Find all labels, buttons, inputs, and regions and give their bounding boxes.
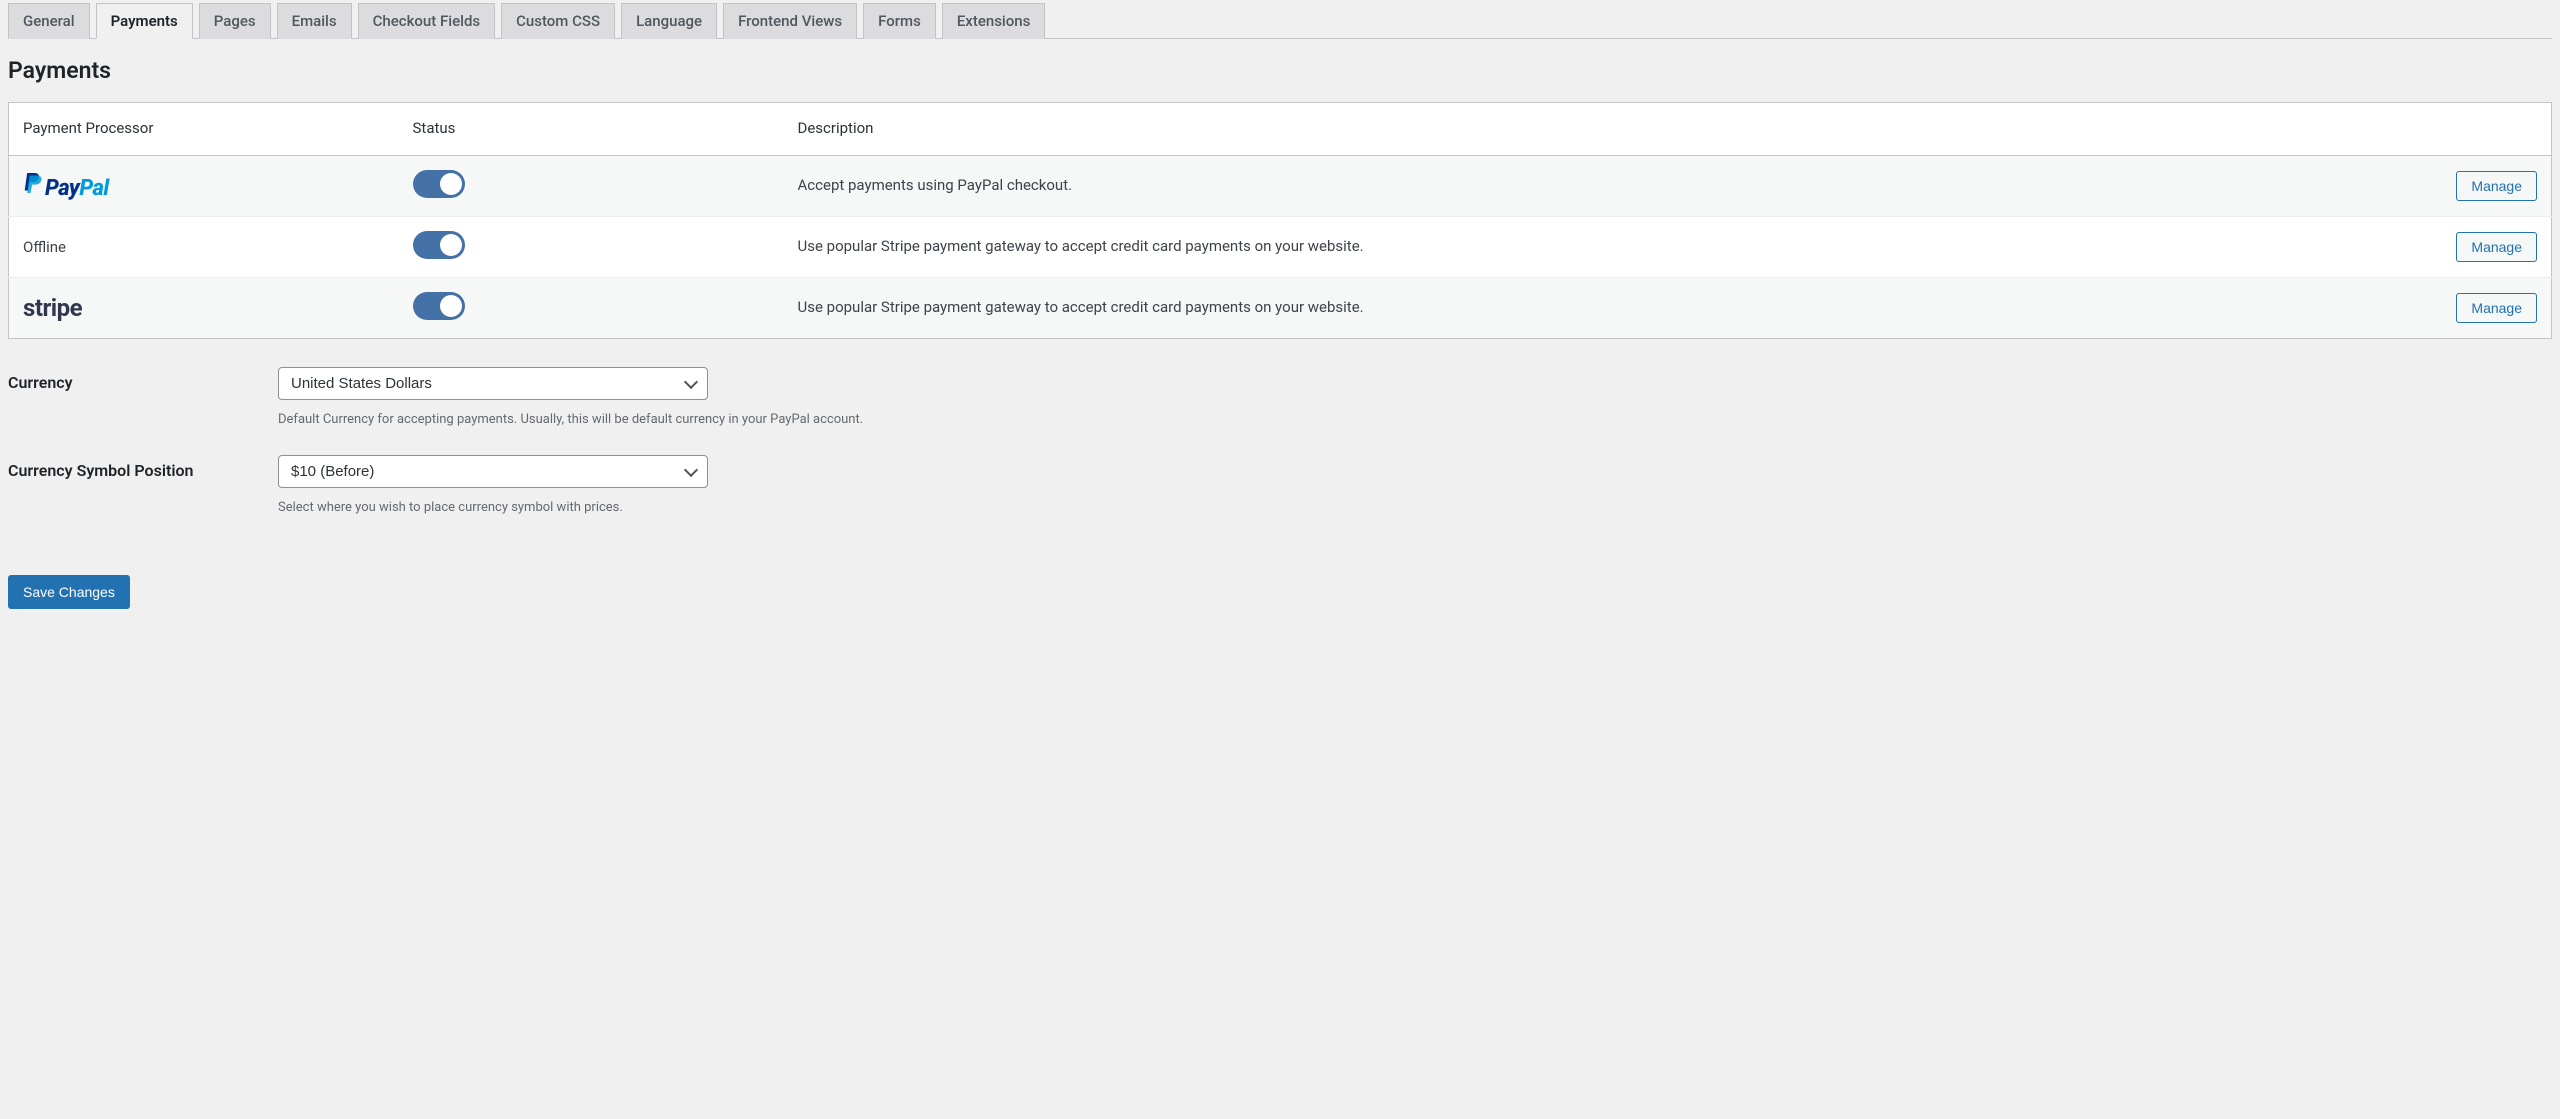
toggle-offline[interactable] [413,231,465,259]
stripe-logo-icon: stripe [23,294,82,322]
manage-button-paypal[interactable]: Manage [2456,171,2537,201]
symbol-position-help: Select where you wish to place currency … [278,500,2552,515]
settings-tabs: General Payments Pages Emails Checkout F… [8,0,2552,39]
manage-button-offline[interactable]: Manage [2456,232,2537,262]
currency-help: Default Currency for accepting payments.… [278,412,2552,427]
table-header-description: Description [784,103,2432,156]
currency-row: Currency United States Dollars Default C… [8,367,2552,427]
table-row: PayPal Accept payments using PayPal chec… [9,156,2552,217]
symbol-position-label: Currency Symbol Position [8,455,278,480]
symbol-position-select-wrap: $10 (Before) [278,455,708,488]
processor-name-offline: Offline [9,217,399,278]
table-row: stripe Use popular Stripe payment gatewa… [9,278,2552,339]
description-stripe: Use popular Stripe payment gateway to ac… [784,278,2432,339]
tab-forms[interactable]: Forms [863,3,936,39]
tab-emails[interactable]: Emails [277,3,352,39]
table-row: Offline Use popular Stripe payment gatew… [9,217,2552,278]
currency-label: Currency [8,367,278,392]
page-title: Payments [8,57,2552,84]
toggle-stripe[interactable] [413,292,465,320]
tab-frontend-views[interactable]: Frontend Views [723,3,857,39]
tab-payments[interactable]: Payments [96,3,193,39]
description-offline: Use popular Stripe payment gateway to ac… [784,217,2432,278]
currency-select-wrap: United States Dollars [278,367,708,400]
tab-general[interactable]: General [8,3,90,39]
table-header-status: Status [399,103,784,156]
description-paypal: Accept payments using PayPal checkout. [784,156,2432,217]
manage-button-stripe[interactable]: Manage [2456,293,2537,323]
tab-pages[interactable]: Pages [199,3,271,39]
toggle-paypal[interactable] [413,170,465,198]
currency-select[interactable]: United States Dollars [278,367,708,400]
tab-custom-css[interactable]: Custom CSS [501,3,615,39]
symbol-position-select[interactable]: $10 (Before) [278,455,708,488]
tab-extensions[interactable]: Extensions [942,3,1046,39]
tab-checkout-fields[interactable]: Checkout Fields [358,3,496,39]
tab-language[interactable]: Language [621,3,717,39]
symbol-position-row: Currency Symbol Position $10 (Before) Se… [8,455,2552,515]
table-header-processor: Payment Processor [9,103,399,156]
paypal-logo-icon: PayPal [23,171,109,201]
save-button[interactable]: Save Changes [8,575,130,609]
payment-processor-table: Payment Processor Status Description Pay… [8,102,2552,339]
